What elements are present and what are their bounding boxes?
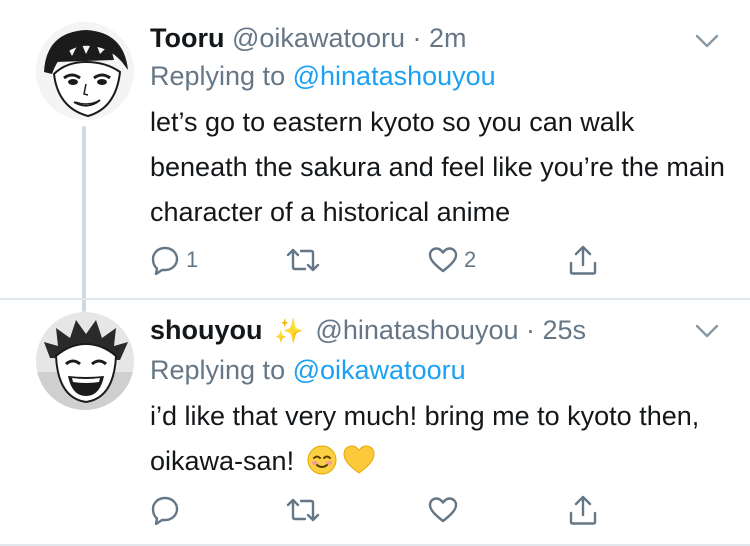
replying-prefix: Replying to (150, 61, 286, 91)
sparkles-emoji: ✨ (274, 318, 304, 345)
tweet-content: Tooru @oikawatooru · 2m Replying to @hin… (150, 20, 730, 235)
retweet-icon (285, 245, 321, 275)
reply-button[interactable] (150, 490, 186, 530)
share-button[interactable] (568, 490, 598, 530)
like-icon (428, 496, 458, 524)
replying-to: Replying to @hinatashouyou (150, 58, 730, 94)
tweet-actions (150, 490, 620, 530)
tweet-content: shouyou ✨ @hinatashouyou · 25s Replying … (150, 312, 730, 490)
tweet[interactable]: Tooru @oikawatooru · 2m Replying to @hin… (0, 0, 750, 312)
user-handle[interactable]: @oikawatooru (232, 23, 405, 53)
retweet-button[interactable] (285, 240, 327, 280)
share-button[interactable] (568, 240, 598, 280)
retweet-icon (285, 495, 321, 525)
avatar-illustration-shouyou (36, 312, 134, 410)
reply-button[interactable]: 1 (150, 240, 198, 280)
tweet-text: i’d like that very much! bring me to kyo… (150, 394, 730, 490)
avatar-tooru[interactable] (36, 22, 134, 120)
retweet-button[interactable] (285, 490, 327, 530)
reply-icon (150, 495, 180, 525)
avatar-illustration-tooru (36, 22, 134, 120)
replying-to-link[interactable]: @oikawatooru (293, 355, 466, 385)
display-name[interactable]: Tooru (150, 23, 224, 53)
tweet-header: shouyou ✨ @hinatashouyou · 25s (150, 312, 730, 350)
like-count: 2 (464, 247, 477, 272)
reply-icon (150, 245, 180, 275)
replying-prefix: Replying to (150, 355, 286, 385)
display-name[interactable]: shouyou (150, 315, 263, 345)
smiling-face-emoji (306, 444, 338, 490)
thread-connector (82, 126, 86, 312)
like-button[interactable]: 2 (428, 240, 476, 280)
tweet-header: Tooru @oikawatooru · 2m (150, 20, 730, 56)
user-handle[interactable]: @hinatashouyou (315, 315, 518, 345)
tweet[interactable]: shouyou ✨ @hinatashouyou · 25s Replying … (0, 300, 750, 546)
tweet-text-content: i’d like that very much! bring me to kyo… (150, 401, 700, 476)
replying-to: Replying to @oikawatooru (150, 352, 730, 388)
avatar-shouyou[interactable] (36, 312, 134, 410)
chevron-down-icon[interactable] (694, 318, 720, 344)
like-button[interactable] (428, 490, 464, 530)
share-icon (568, 494, 598, 526)
share-icon (568, 244, 598, 276)
reply-count: 1 (186, 247, 199, 272)
yellow-heart-emoji (342, 444, 376, 490)
separator-dot: · (526, 315, 535, 345)
tweet-text: let’s go to eastern kyoto so you can wal… (150, 107, 725, 227)
like-icon (428, 246, 458, 274)
timestamp[interactable]: 25s (543, 315, 587, 345)
chevron-down-icon[interactable] (694, 28, 720, 54)
timestamp[interactable]: 2m (429, 23, 467, 53)
replying-to-link[interactable]: @hinatashouyou (293, 61, 496, 91)
separator-dot: · (412, 23, 422, 53)
tweet-actions: 1 2 (150, 240, 620, 280)
